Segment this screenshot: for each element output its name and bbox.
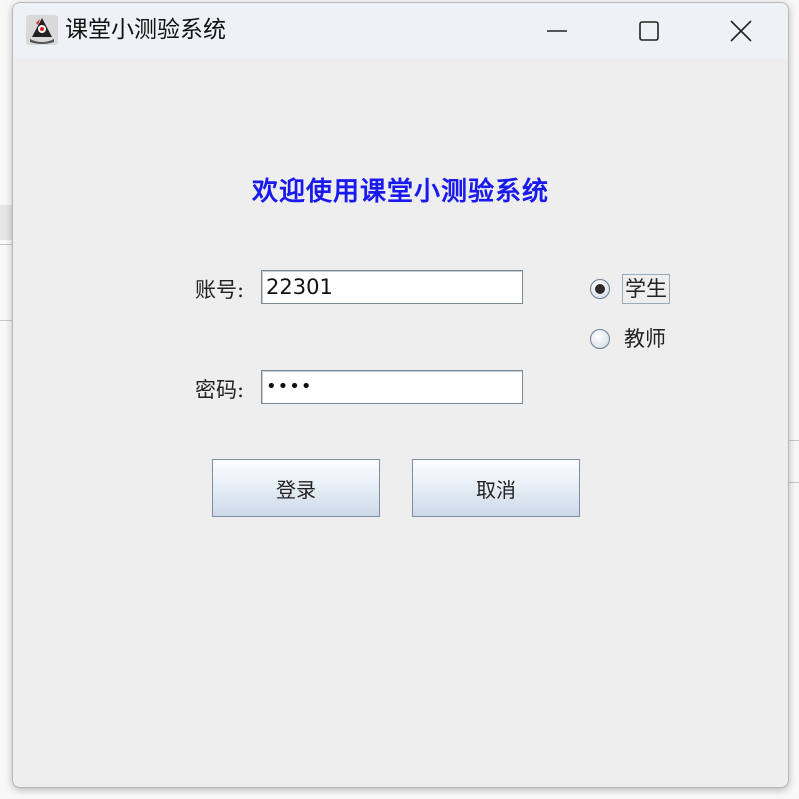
login-button[interactable]: 登录: [212, 459, 380, 517]
role-label-teacher: 教师: [624, 327, 666, 351]
cancel-button[interactable]: 取消: [412, 459, 580, 517]
radio-button-icon: [590, 279, 610, 299]
maximize-icon: [639, 20, 659, 41]
account-input[interactable]: [261, 270, 523, 304]
role-radio-teacher[interactable]: 教师: [590, 322, 668, 356]
role-label-student: 学生: [622, 274, 670, 304]
close-icon: [730, 19, 752, 42]
java-duke-icon: [26, 15, 58, 45]
window-title: 课堂小测验系统: [65, 17, 226, 43]
welcome-heading: 欢迎使用课堂小测验系统: [251, 177, 549, 207]
close-button[interactable]: [695, 3, 787, 58]
minimize-icon: [547, 29, 567, 32]
title-bar[interactable]: 课堂小测验系统: [13, 3, 788, 58]
role-radio-student[interactable]: 学生: [590, 272, 670, 306]
password-label: 密码:: [195, 378, 245, 402]
password-input[interactable]: ••••: [261, 370, 523, 404]
radio-button-icon: [590, 329, 610, 349]
login-window: 课堂小测验系统 欢迎使用课堂小测验系统 账号: 密码: •••• 学生: [12, 2, 789, 788]
radio-selected-dot: [595, 284, 605, 294]
account-label: 账号:: [195, 278, 245, 302]
maximize-button[interactable]: [603, 3, 695, 58]
minimize-button[interactable]: [511, 3, 603, 58]
